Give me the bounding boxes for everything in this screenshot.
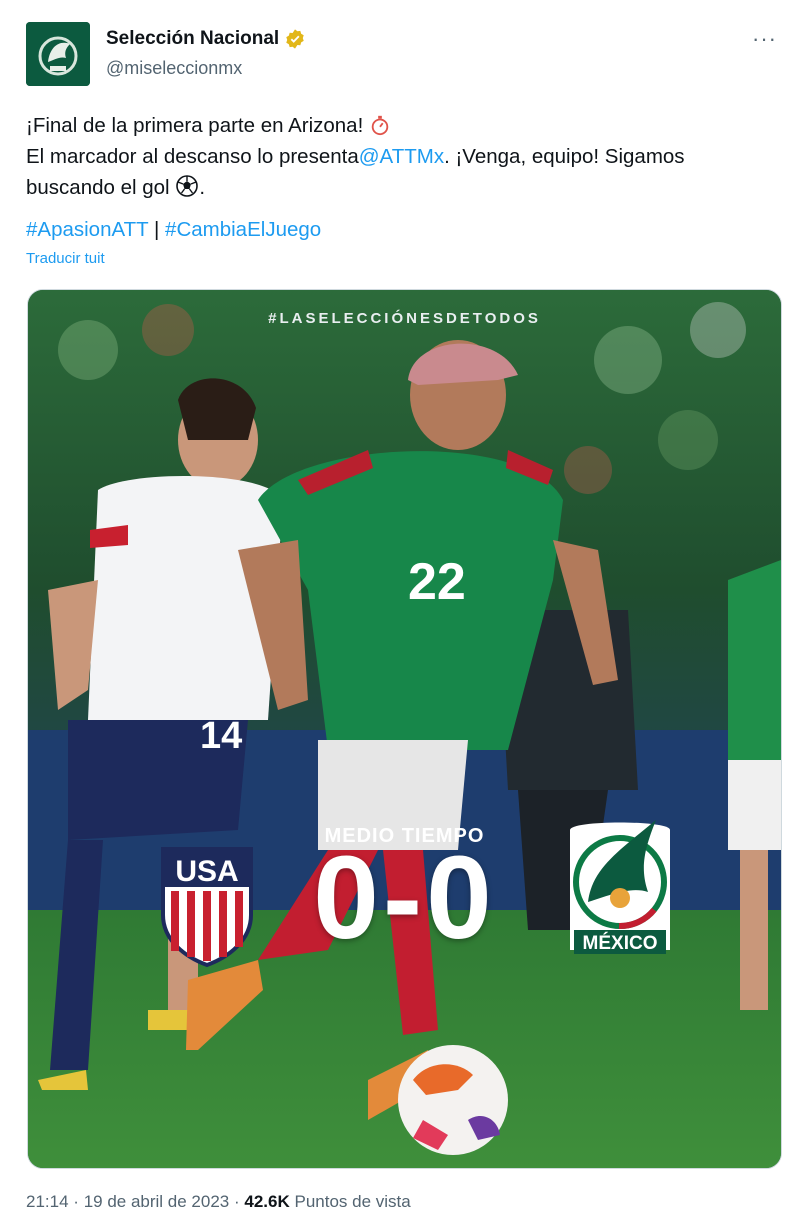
mention-link[interactable]: @ATTMx — [359, 145, 444, 168]
tweet-line-1: ¡Final de la primera parte en Arizona! — [26, 114, 364, 137]
meta-separator: · — [233, 1192, 240, 1211]
verified-badge-icon — [286, 29, 304, 49]
handle[interactable]: @miseleccionmx — [106, 58, 242, 79]
tweet-line-2-start: El marcador al descanso lo presenta — [26, 145, 359, 168]
player-jersey-number: 22 — [408, 553, 466, 611]
display-name[interactable]: Selección Nacional — [106, 28, 279, 50]
views-label: Puntos de vista — [294, 1192, 411, 1211]
avatar[interactable] — [26, 22, 90, 86]
tweet-line-3-end: . — [199, 176, 206, 199]
soccer-ball — [398, 1045, 508, 1155]
tweet-text: ¡Final de la primera parte en Arizona! E… — [26, 110, 776, 203]
mexico-crest-text: MÉXICO — [583, 932, 658, 954]
stopwatch-icon — [371, 115, 389, 136]
tweet-date[interactable]: 19 de abril de 2023 — [84, 1192, 230, 1211]
meta-separator: · — [73, 1192, 79, 1211]
tweet-card: Selección Nacional @miseleccionmx ··· ¡F… — [0, 0, 800, 1221]
tweet-time[interactable]: 21:14 — [26, 1192, 69, 1211]
match-photo — [28, 290, 781, 1168]
usa-crest-icon: USA — [159, 845, 255, 969]
hashtag-link[interactable]: #CambiaElJuego — [165, 218, 321, 241]
translate-tweet-link[interactable]: Traducir tuit — [26, 250, 105, 267]
tweet-image[interactable]: #LASELECCIÓNESDETODOS 22 14 MEDIO TIEMPO… — [27, 289, 782, 1169]
tweet-line-2-end: . ¡Venga, equipo! Sigamos — [444, 145, 685, 168]
more-options-button[interactable]: ··· — [752, 26, 777, 52]
opponent-jersey-number: 14 — [200, 715, 243, 757]
tweet-metadata: 21:14 · 19 de abril de 2023 · 42.6K Punt… — [26, 1192, 411, 1212]
hashtag-row: #ApasionATT | #CambiaElJuego — [26, 218, 321, 242]
mexico-crest-icon: MÉXICO — [564, 810, 676, 962]
tweet-line-3: buscando el gol — [26, 176, 170, 199]
soccer-ball-icon — [176, 175, 199, 197]
name-row: Selección Nacional — [106, 28, 306, 50]
mexico-crest-icon — [26, 22, 90, 86]
campaign-tagline: #LASELECCIÓNESDETODOS — [268, 310, 541, 327]
views-count: 42.6K — [244, 1192, 290, 1211]
hashtag-link[interactable]: #ApasionATT — [26, 218, 148, 241]
usa-crest-text: USA — [175, 855, 238, 888]
hashtag-separator: | — [154, 218, 160, 241]
